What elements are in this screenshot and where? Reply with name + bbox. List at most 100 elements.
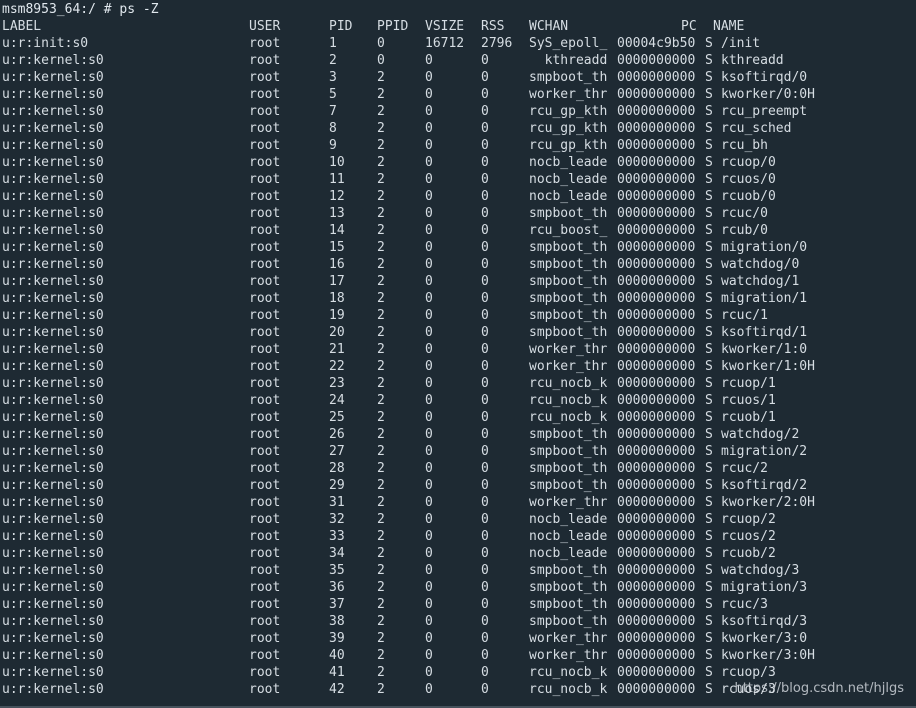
process-user: root xyxy=(249,410,281,425)
process-name: rcuos/2 xyxy=(721,529,776,544)
process-state: S xyxy=(705,478,713,493)
process-state: S xyxy=(705,53,713,68)
process-name: ksoftirqd/0 xyxy=(721,70,808,85)
process-vsize: 0 xyxy=(425,257,433,272)
process-state: S xyxy=(705,665,713,680)
process-label: u:r:kernel:s0 xyxy=(2,342,104,357)
process-rss: 0 xyxy=(481,223,489,238)
process-name: watchdog/0 xyxy=(721,257,800,272)
process-pc: 0000000000 xyxy=(617,546,696,561)
process-state: S xyxy=(705,376,713,391)
process-ppid: 2 xyxy=(377,665,385,680)
process-rss: 0 xyxy=(481,444,489,459)
process-rss: 0 xyxy=(481,376,489,391)
process-label: u:r:kernel:s0 xyxy=(2,529,104,544)
process-label: u:r:kernel:s0 xyxy=(2,121,104,136)
process-rss: 0 xyxy=(481,478,489,493)
process-name: rcuop/1 xyxy=(721,376,776,391)
process-name: kworker/3:0H xyxy=(721,648,815,663)
process-user: root xyxy=(249,189,281,204)
process-pc: 0000000000 xyxy=(617,53,696,68)
process-vsize: 0 xyxy=(425,53,433,68)
process-ppid: 2 xyxy=(377,359,385,374)
process-pid: 17 xyxy=(329,274,345,289)
process-ppid: 2 xyxy=(377,393,385,408)
process-pid: 27 xyxy=(329,444,345,459)
process-ppid: 0 xyxy=(377,36,385,51)
process-ppid: 2 xyxy=(377,512,385,527)
process-pid: 16 xyxy=(329,257,345,272)
process-label: u:r:kernel:s0 xyxy=(2,172,104,187)
process-pid: 26 xyxy=(329,427,345,442)
process-ppid: 2 xyxy=(377,631,385,646)
process-wchan: worker_thr xyxy=(529,342,608,357)
process-ppid: 2 xyxy=(377,342,385,357)
process-rss: 0 xyxy=(481,274,489,289)
process-user: root xyxy=(249,461,281,476)
process-ppid: 2 xyxy=(377,291,385,306)
process-user: root xyxy=(249,325,281,340)
process-rss: 0 xyxy=(481,138,489,153)
process-ppid: 2 xyxy=(377,274,385,289)
process-wchan: smpboot_th xyxy=(529,206,608,221)
process-pid: 40 xyxy=(329,648,345,663)
process-user: root xyxy=(249,580,281,595)
process-ppid: 2 xyxy=(377,155,385,170)
process-name: kthreadd xyxy=(721,53,784,68)
process-label: u:r:kernel:s0 xyxy=(2,614,104,629)
process-user: root xyxy=(249,512,281,527)
process-wchan: rcu_gp_kth xyxy=(529,138,608,153)
process-wchan: nocb_leade xyxy=(529,155,608,170)
process-label: u:r:kernel:s0 xyxy=(2,206,104,221)
process-pc: 0000000000 xyxy=(617,461,696,476)
process-vsize: 0 xyxy=(425,172,433,187)
process-user: root xyxy=(249,104,281,119)
process-pc: 0000000000 xyxy=(617,121,696,136)
process-vsize: 0 xyxy=(425,359,433,374)
process-rss: 0 xyxy=(481,631,489,646)
process-label: u:r:kernel:s0 xyxy=(2,597,104,612)
process-wchan: smpboot_th xyxy=(529,563,608,578)
process-state: S xyxy=(705,121,713,136)
process-pid: 11 xyxy=(329,172,345,187)
process-name: ksoftirqd/2 xyxy=(721,478,808,493)
process-state: S xyxy=(705,257,713,272)
process-state: S xyxy=(705,206,713,221)
process-label: u:r:kernel:s0 xyxy=(2,359,104,374)
process-vsize: 0 xyxy=(425,597,433,612)
process-state: S xyxy=(705,393,713,408)
process-ppid: 2 xyxy=(377,478,385,493)
process-state: S xyxy=(705,172,713,187)
process-state: S xyxy=(705,682,713,697)
process-ppid: 2 xyxy=(377,461,385,476)
process-pc: 0000000000 xyxy=(617,614,696,629)
terminal-window[interactable]: msm8953_64:/ # ps -Z LABEL USER PID PPID… xyxy=(0,0,916,708)
process-pc: 0000000000 xyxy=(617,444,696,459)
process-ppid: 2 xyxy=(377,257,385,272)
process-pid: 15 xyxy=(329,240,345,255)
process-pc: 0000000000 xyxy=(617,665,696,680)
process-name: rcuob/0 xyxy=(721,189,776,204)
process-name: rcuos/1 xyxy=(721,393,776,408)
process-wchan: smpboot_th xyxy=(529,325,608,340)
process-state: S xyxy=(705,410,713,425)
process-rss: 0 xyxy=(481,240,489,255)
process-rss: 0 xyxy=(481,461,489,476)
process-ppid: 2 xyxy=(377,308,385,323)
process-user: root xyxy=(249,206,281,221)
process-rss: 0 xyxy=(481,393,489,408)
process-ppid: 0 xyxy=(377,53,385,68)
process-rss: 0 xyxy=(481,70,489,85)
process-rss: 2796 xyxy=(481,36,513,51)
process-label: u:r:kernel:s0 xyxy=(2,580,104,595)
process-name: watchdog/1 xyxy=(721,274,800,289)
process-user: root xyxy=(249,597,281,612)
process-ppid: 2 xyxy=(377,206,385,221)
process-label: u:r:kernel:s0 xyxy=(2,461,104,476)
process-label: u:r:kernel:s0 xyxy=(2,274,104,289)
process-state: S xyxy=(705,461,713,476)
process-state: S xyxy=(705,223,713,238)
process-pc: 0000000000 xyxy=(617,138,696,153)
process-pid: 33 xyxy=(329,529,345,544)
process-rss: 0 xyxy=(481,155,489,170)
